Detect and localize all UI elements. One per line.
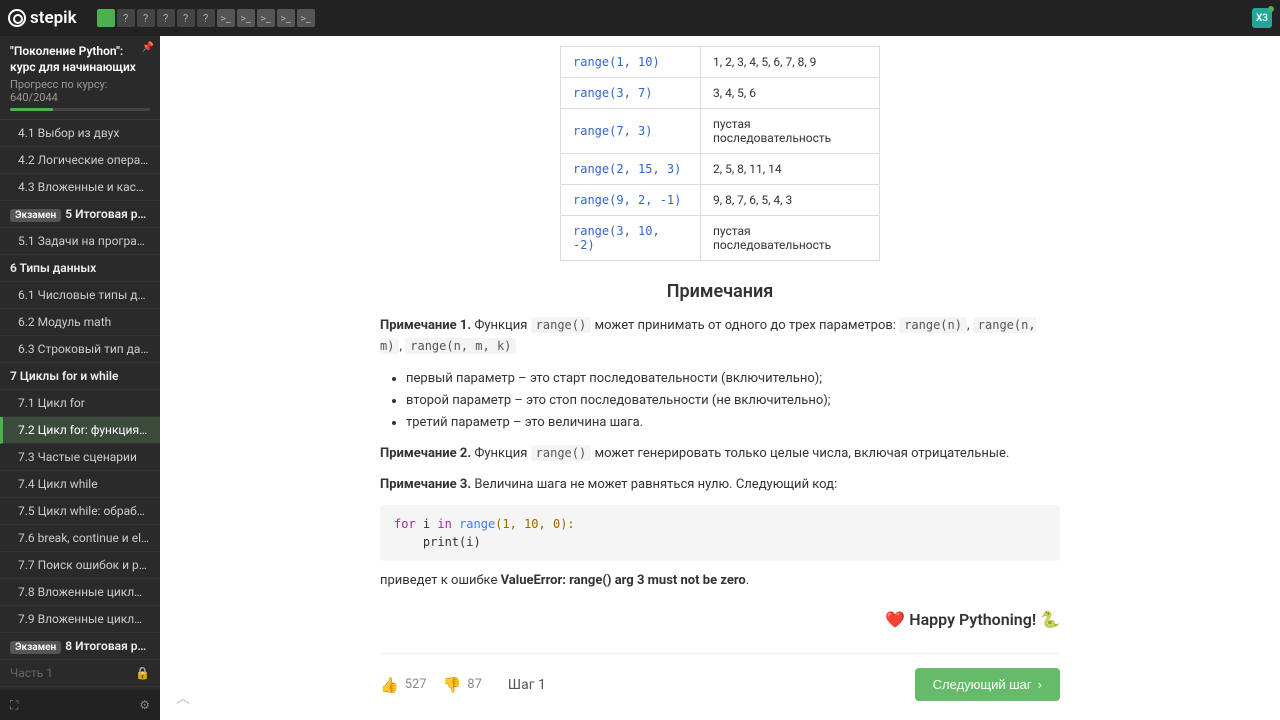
- fullscreen-icon[interactable]: ⛶: [10, 698, 18, 713]
- sidebar-item[interactable]: 6.2 Модуль math: [0, 309, 160, 336]
- sidebar-item[interactable]: 7.5 Цикл while: обработка ...: [0, 498, 160, 525]
- sidebar-item-locked: Часть 1🔒: [0, 660, 160, 687]
- table-row: range(3, 7)3, 4, 5, 6: [561, 78, 880, 109]
- sidebar-item[interactable]: 7.6 break, continue и else: [0, 525, 160, 552]
- sidebar-item[interactable]: 7.7 Поиск ошибок и ревью...: [0, 552, 160, 579]
- sidebar-item[interactable]: 6 Типы данных: [0, 255, 160, 282]
- step-pill[interactable]: ?: [197, 9, 215, 27]
- sidebar-item[interactable]: 5.1 Задачи на программир...: [0, 228, 160, 255]
- sidebar-item[interactable]: 7.3 Частые сценарии: [0, 444, 160, 471]
- chevron-right-icon: ›: [1038, 677, 1042, 692]
- sidebar-item[interactable]: Экзамен8 Итоговая работа...: [0, 633, 160, 660]
- range-table: range(1, 10)1, 2, 3, 4, 5, 6, 7, 8, 9ran…: [560, 46, 880, 261]
- note-3: Примечание 3. Величина шага не может рав…: [380, 475, 1060, 496]
- step-pill[interactable]: >_: [297, 9, 315, 27]
- top-header: stepik ?????>_>_>_>_>_ X3: [0, 0, 1280, 36]
- sidebar-item[interactable]: 7.8 Вложенные циклы. Ча...: [0, 579, 160, 606]
- settings-icon[interactable]: ⚙: [139, 698, 150, 712]
- step-footer: 👍 527 👎 87 Шаг 1 Следующий шаг ›: [380, 653, 1060, 715]
- sidebar-item[interactable]: 4.2 Логические операции: [0, 147, 160, 174]
- step-pill[interactable]: ?: [117, 9, 135, 27]
- next-step-button[interactable]: Следующий шаг ›: [915, 668, 1060, 701]
- step-pill[interactable]: >_: [237, 9, 255, 27]
- progress-bar: [10, 108, 150, 111]
- note-1: Примечание 1. Функция range() может прин…: [380, 316, 1060, 358]
- step-indicators: ?????>_>_>_>_>_: [97, 9, 315, 27]
- sidebar-item[interactable]: Экзамен5 Итоговая работа...: [0, 201, 160, 228]
- code-block: for i in range(1, 10, 0): print(i): [380, 505, 1060, 561]
- list-item: первый параметр – это старт последовател…: [406, 368, 1060, 390]
- sidebar-item[interactable]: 4.3 Вложенные и каскадн...: [0, 174, 160, 201]
- table-row: range(9, 2, -1)9, 8, 7, 6, 5, 4, 3: [561, 185, 880, 216]
- happy-pythoning: ❤️ Happy Pythoning! 🐍: [380, 610, 1060, 629]
- sidebar-item[interactable]: 7 Циклы for и while: [0, 363, 160, 390]
- step-label: Шаг 1: [508, 677, 546, 693]
- sidebar-item[interactable]: 4.1 Выбор из двух: [0, 120, 160, 147]
- exam-badge: Экзамен: [10, 641, 61, 654]
- table-row: range(3, 10, -2)пустая последовательност…: [561, 216, 880, 261]
- notes-title: Примечания: [380, 281, 1060, 302]
- step-pill[interactable]: >_: [257, 9, 275, 27]
- note-2: Примечание 2. Функция range() может гене…: [380, 444, 1060, 465]
- sidebar-item[interactable]: 6.1 Числовые типы данны...: [0, 282, 160, 309]
- table-row: range(2, 15, 3)2, 5, 8, 11, 14: [561, 154, 880, 185]
- note-1-bullets: первый параметр – это старт последовател…: [406, 368, 1060, 434]
- sidebar: 📌 "Поколение Python": курс для начинающи…: [0, 36, 160, 720]
- sidebar-header: 📌 "Поколение Python": курс для начинающи…: [0, 36, 160, 120]
- error-text: приведет к ошибке ValueError: range() ar…: [380, 571, 1060, 592]
- list-item: третий параметр – это величина шага.: [406, 412, 1060, 434]
- list-item: второй параметр – это стоп последователь…: [406, 390, 1060, 412]
- thumbs-down-icon: 👎: [443, 676, 462, 694]
- like-button[interactable]: 👍 527: [380, 676, 427, 694]
- dislike-button[interactable]: 👎 87: [443, 676, 482, 694]
- course-progress: Прогресс по курсу: 640/2044: [10, 78, 150, 104]
- logo-icon: [8, 9, 26, 27]
- back-to-top[interactable]: ︿: [176, 688, 190, 708]
- table-row: range(7, 3)пустая последовательность: [561, 109, 880, 154]
- nav-list: 4.1 Выбор из двух4.2 Логические операции…: [0, 120, 160, 714]
- lock-icon: 🔒: [135, 666, 150, 680]
- sidebar-item[interactable]: 7.2 Цикл for: функция range: [0, 417, 160, 444]
- main-content: range(1, 10)1, 2, 3, 4, 5, 6, 7, 8, 9ran…: [160, 36, 1280, 720]
- sidebar-item[interactable]: 6.3 Строковый тип данных: [0, 336, 160, 363]
- step-pill[interactable]: ?: [137, 9, 155, 27]
- exam-badge: Экзамен: [10, 209, 61, 222]
- pin-icon[interactable]: 📌: [142, 42, 154, 53]
- sidebar-item[interactable]: 7.1 Цикл for: [0, 390, 160, 417]
- sidebar-footer: ⛶ ⚙: [0, 690, 160, 720]
- logo-text: stepik: [30, 8, 77, 28]
- lesson-body: range(1, 10)1, 2, 3, 4, 5, 6, 7, 8, 9ran…: [360, 36, 1080, 720]
- thumbs-up-icon: 👍: [380, 676, 399, 694]
- table-row: range(1, 10)1, 2, 3, 4, 5, 6, 7, 8, 9: [561, 47, 880, 78]
- comments-header: 43 Комментария ≡ Самые обсуждаемые ⌄: [380, 715, 1060, 720]
- step-pill[interactable]: ?: [157, 9, 175, 27]
- sidebar-item[interactable]: 7.9 Вложенные циклы. Ча...: [0, 606, 160, 633]
- step-pill[interactable]: ?: [177, 9, 195, 27]
- sidebar-item[interactable]: 7.4 Цикл while: [0, 471, 160, 498]
- step-pill[interactable]: [97, 9, 115, 27]
- logo[interactable]: stepik: [8, 8, 77, 28]
- step-pill[interactable]: >_: [217, 9, 235, 27]
- step-pill[interactable]: >_: [277, 9, 295, 27]
- course-title: "Поколение Python": курс для начинающих: [10, 44, 150, 75]
- user-badge[interactable]: X3: [1252, 8, 1272, 28]
